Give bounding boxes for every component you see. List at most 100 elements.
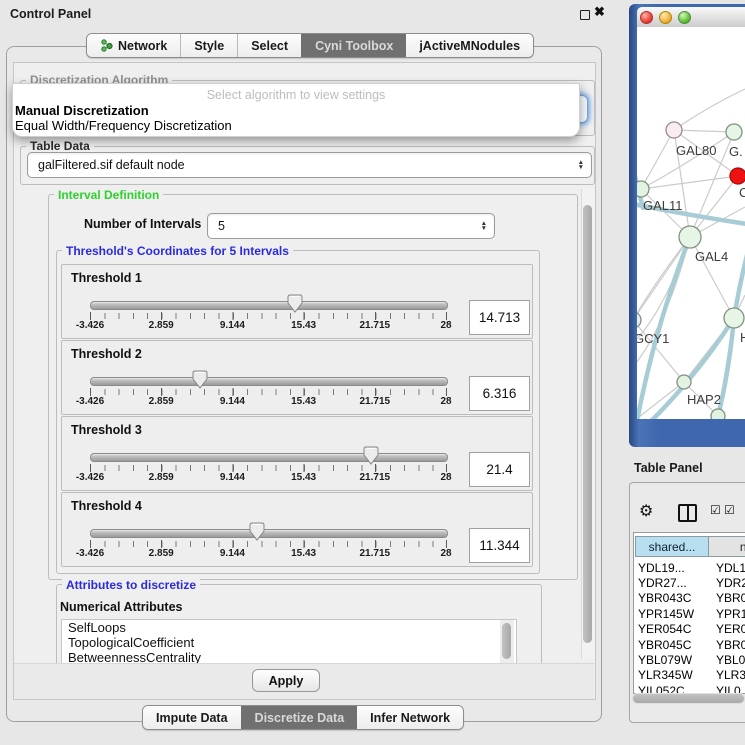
numerical-attributes-list[interactable]: SelfLoopsTopologicalCoefficientBetweenne…	[61, 619, 517, 666]
cell-shared-name[interactable]: YLR345W	[635, 668, 709, 682]
network-node-label: C	[739, 185, 745, 200]
tab-network[interactable]: Network	[87, 34, 180, 57]
cell-name[interactable]: YBL0	[709, 653, 745, 667]
network-node-label: GCY1	[637, 331, 669, 346]
network-node[interactable]	[724, 308, 744, 328]
network-window-titlebar[interactable]	[637, 7, 745, 28]
table-row[interactable]: YBL079WYBL0	[635, 652, 745, 667]
gear-icon[interactable]: ⚙	[639, 501, 653, 520]
threshold-label: Threshold 4	[71, 499, 142, 513]
cell-shared-name[interactable]: YER054C	[635, 622, 709, 636]
tick-label: -3.426	[76, 548, 104, 559]
cell-shared-name[interactable]: YBL079W	[635, 653, 709, 667]
network-canvas[interactable]: GAL80G.CGAL11GAL4GCY1HHAP2	[637, 27, 745, 419]
network-node-label: GAL80	[676, 143, 716, 158]
table-row[interactable]: YPR145WYPR1	[635, 606, 745, 621]
table-row[interactable]: YDL19...YDL1	[635, 560, 745, 575]
table-row[interactable]: YDR27...YDR2	[635, 575, 745, 590]
close-icon[interactable]: ✖	[594, 4, 605, 20]
tab-impute-data[interactable]: Impute Data	[143, 706, 241, 729]
tick-marks-major	[90, 464, 448, 472]
tab-style[interactable]: Style	[180, 34, 237, 57]
attributes-scrollbar-thumb[interactable]	[502, 623, 511, 659]
number-of-intervals-combo[interactable]: 5 ▲▼	[207, 213, 495, 239]
threshold-slider-track[interactable]	[90, 377, 448, 386]
node-table[interactable]: shared... na YDL19...YDL1YDR27...YDR2YBR…	[633, 532, 745, 694]
threshold-value-field[interactable]: 6.316	[469, 376, 530, 411]
cell-shared-name[interactable]: YDL19...	[635, 561, 709, 575]
cell-name[interactable]: YBR0	[709, 638, 745, 652]
cell-shared-name[interactable]: YBR045C	[635, 638, 709, 652]
threshold-row-1: Threshold 1-3.4262.8599.14415.4321.71528…	[61, 264, 533, 339]
network-node[interactable]	[637, 181, 649, 197]
checkbox-icon[interactable]: ☑	[710, 503, 721, 517]
threshold-slider-thumb[interactable]	[249, 522, 265, 541]
network-node[interactable]	[711, 409, 725, 419]
cell-name[interactable]: YER0	[709, 622, 745, 636]
columns-icon[interactable]	[678, 504, 697, 522]
tick-label: 28	[440, 472, 451, 483]
tab-select[interactable]: Select	[237, 34, 301, 57]
threshold-slider-track[interactable]	[90, 453, 448, 462]
network-node-label: G.	[729, 144, 743, 159]
network-node[interactable]	[637, 312, 641, 328]
attribute-item[interactable]: TopologicalCoefficient	[62, 635, 516, 650]
network-node-label: H	[740, 330, 745, 345]
checkbox-icon[interactable]: ☑	[724, 503, 735, 517]
threshold-slider-track[interactable]	[90, 529, 448, 538]
table-row[interactable]: YBR045CYBR0	[635, 637, 745, 652]
tab-discretize-data[interactable]: Discretize Data	[241, 706, 358, 729]
panel-scrollbar-thumb[interactable]	[583, 205, 592, 643]
threshold-slider-thumb[interactable]	[192, 370, 208, 389]
top-tab-bar: NetworkStyleSelectCyni ToolboxjActiveMNo…	[86, 33, 534, 58]
cell-name[interactable]: YDR2	[709, 576, 745, 590]
cell-shared-name[interactable]: YPR145W	[635, 607, 709, 621]
column-header-name[interactable]: na	[709, 536, 745, 557]
cell-shared-name[interactable]: YBR043C	[635, 591, 709, 605]
combo-stepper-icon: ▲▼	[481, 221, 487, 231]
combo-stepper-icon: ▲▼	[578, 160, 584, 170]
thresholds-group-title: Threshold's Coordinates for 5 Intervals	[62, 244, 293, 258]
tick-label: 15.43	[291, 396, 316, 407]
threshold-slider-thumb[interactable]	[363, 446, 379, 465]
threshold-row-3: Threshold 3-3.4262.8599.14415.4321.71528…	[61, 416, 533, 491]
threshold-value-field[interactable]: 21.4	[469, 452, 530, 487]
tick-label: 15.43	[291, 548, 316, 559]
tick-label: 9.144	[220, 472, 245, 483]
threshold-slider-thumb[interactable]	[287, 294, 303, 313]
network-node[interactable]	[679, 226, 701, 248]
float-window-icon[interactable]	[580, 10, 590, 20]
network-node[interactable]	[726, 124, 742, 140]
popup-option-equal-width[interactable]: Equal Width/Frequency Discretization	[15, 118, 232, 133]
table-row[interactable]: YBR043CYBR0	[635, 591, 745, 606]
table-row[interactable]: YLR345WYLR3	[635, 668, 745, 683]
apply-button[interactable]: Apply	[252, 669, 320, 692]
cell-name[interactable]: YLR3	[709, 668, 745, 682]
tab-cyni-toolbox[interactable]: Cyni Toolbox	[301, 34, 406, 57]
threshold-value-field[interactable]: 11.344	[469, 528, 530, 563]
interval-definition-title: Interval Definition	[54, 188, 163, 202]
table-data-combo[interactable]: galFiltered.sif default node ▲▼	[27, 152, 592, 178]
threshold-value-field[interactable]: 14.713	[469, 300, 530, 335]
minimize-traffic-light-icon[interactable]	[659, 11, 672, 24]
cell-name[interactable]: YDL1	[709, 561, 745, 575]
zoom-traffic-light-icon[interactable]	[678, 11, 691, 24]
popup-option-manual[interactable]: Manual Discretization	[15, 103, 149, 118]
cell-shared-name[interactable]: YDR27...	[635, 576, 709, 590]
window-title: Control Panel	[10, 7, 91, 21]
table-row[interactable]: YER054CYER0	[635, 622, 745, 637]
attribute-item[interactable]: SelfLoops	[62, 620, 516, 635]
cell-name[interactable]: YPR1	[709, 607, 745, 621]
table-hscrollbar-thumb[interactable]	[633, 694, 744, 703]
close-traffic-light-icon[interactable]	[640, 11, 653, 24]
tick-label: -3.426	[76, 472, 104, 483]
threshold-slider-track[interactable]	[90, 301, 448, 310]
cell-name[interactable]: YBR0	[709, 591, 745, 605]
network-node[interactable]	[666, 122, 682, 138]
network-node[interactable]	[677, 375, 691, 389]
column-header-shared[interactable]: shared...	[635, 536, 709, 557]
tab-jactivemnodules[interactable]: jActiveMNodules	[406, 34, 533, 57]
network-node[interactable]	[730, 168, 745, 184]
network-node-label: GAL4	[695, 249, 728, 264]
tab-infer-network[interactable]: Infer Network	[357, 706, 463, 729]
